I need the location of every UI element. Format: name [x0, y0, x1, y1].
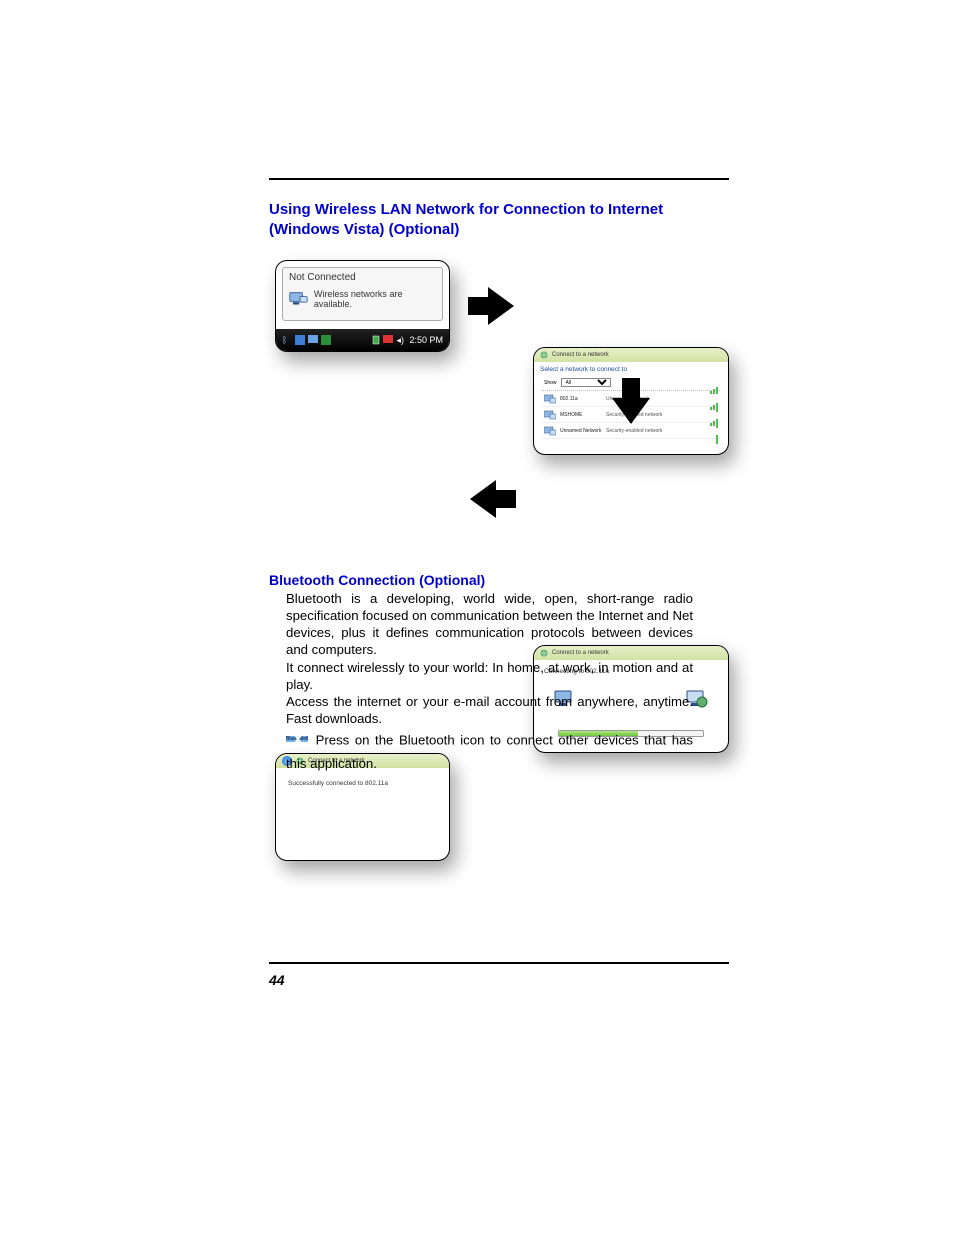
- bluetooth-paragraph-3: Access the internet or your e-mail accou…: [286, 693, 693, 727]
- taskbar: ᛒ ◂) 2:50 PM: [276, 329, 449, 351]
- bluetooth-paragraph-4-text: Press on the Bluetooth icon to connect o…: [286, 733, 693, 772]
- select-network-prompt: Select a network to connect to: [540, 366, 627, 373]
- heading-bluetooth: Bluetooth Connection (Optional): [269, 572, 729, 588]
- window-title-text: Connect to a network: [552, 352, 609, 358]
- tooltip-title: Not Connected: [289, 272, 436, 283]
- network-name: MSHOME: [560, 412, 602, 418]
- show-filter-row: Show All: [544, 378, 611, 387]
- network-tray-icon: [383, 335, 393, 345]
- tray-icon: [321, 335, 331, 345]
- battery-tray-icon: [372, 335, 380, 345]
- network-name: 802.11a: [560, 396, 602, 402]
- bluetooth-paragraph-2: It connect wirelessly to your world: In …: [286, 659, 693, 693]
- tray-clock: 2:50 PM: [409, 335, 443, 345]
- tooltip-message: Wireless networks are available.: [314, 289, 436, 309]
- network-name: Unnamed Network: [560, 428, 602, 434]
- network-item-icon: [544, 426, 556, 436]
- window-titlebar: Connect to a network: [534, 348, 728, 362]
- network-type: Security-enabled network: [606, 428, 704, 434]
- bottom-rule: [269, 962, 729, 964]
- tooltip-bubble: Not Connected Wireless networks are avai…: [282, 267, 443, 321]
- heading-wlan: Using Wireless LAN Network for Connectio…: [269, 200, 729, 239]
- network-item-icon: [544, 410, 556, 420]
- bluetooth-tray-icon: ᛒ: [282, 335, 292, 345]
- bluetooth-paragraph-1: Bluetooth is a developing, world wide, o…: [286, 590, 693, 659]
- bluesoleil-icon: BlueSoleil: [286, 727, 310, 755]
- success-status: Successfully connected to 802.11a: [288, 780, 388, 787]
- page-number: 44: [269, 972, 285, 988]
- signal-bars-icon: [708, 413, 718, 449]
- top-rule: [269, 178, 729, 180]
- bluetooth-paragraph-4: BlueSoleil Press on the Bluetooth icon t…: [286, 727, 693, 772]
- arrow-right-icon: [468, 287, 516, 325]
- show-label: Show: [544, 380, 557, 386]
- show-dropdown[interactable]: All: [561, 378, 611, 387]
- network-item-icon: [544, 394, 556, 404]
- bluetooth-body: Bluetooth is a developing, world wide, o…: [286, 590, 693, 772]
- network-monitor-icon: [289, 291, 308, 307]
- arrow-left-icon: [468, 480, 516, 518]
- volume-tray-icon: ◂): [396, 335, 406, 345]
- tray-icon: [295, 335, 305, 345]
- globe-icon: [540, 351, 548, 359]
- screenshot-tray-tooltip: Not Connected Wireless networks are avai…: [275, 260, 450, 352]
- arrow-down-icon: [612, 378, 650, 426]
- document-page: Using Wireless LAN Network for Connectio…: [0, 0, 954, 1235]
- tray-monitor-icon: [308, 335, 318, 345]
